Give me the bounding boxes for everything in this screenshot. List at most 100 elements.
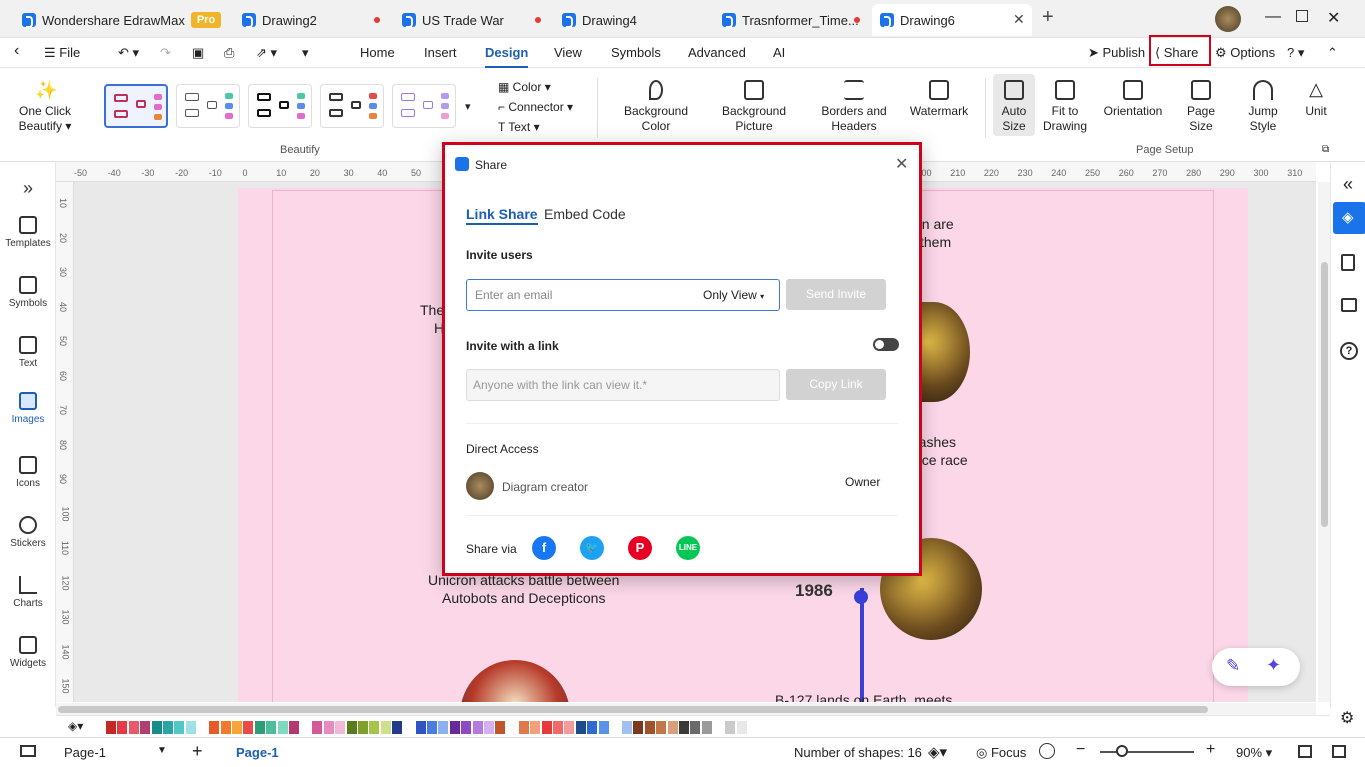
color-swatch[interactable] <box>128 721 139 734</box>
beautify-style-3[interactable] <box>248 84 312 128</box>
color-swatch[interactable] <box>358 721 368 734</box>
background-color-button[interactable]: Background Color <box>614 80 698 134</box>
color-swatch[interactable] <box>289 721 299 734</box>
sidebar-item-charts[interactable]: Charts <box>0 576 56 609</box>
watermark-button[interactable]: Watermark <box>906 80 972 119</box>
color-swatch[interactable] <box>656 721 667 734</box>
color-dropdown[interactable]: ▦ Color ▾ <box>498 80 551 94</box>
color-swatch[interactable] <box>106 721 116 734</box>
color-swatch[interactable] <box>553 721 563 734</box>
event-year[interactable]: 1986 <box>795 582 833 599</box>
minimize-icon[interactable]: — <box>1265 8 1281 26</box>
zoom-in-icon[interactable]: + <box>1206 741 1215 759</box>
play-icon[interactable] <box>1039 743 1055 759</box>
menu-ai[interactable]: AI <box>773 45 785 60</box>
menu-view[interactable]: View <box>554 45 582 60</box>
menu-home[interactable]: Home <box>360 45 395 60</box>
color-swatch[interactable] <box>472 721 483 734</box>
close-tab-icon[interactable]: ✕ <box>1013 11 1025 28</box>
zoom-out-icon[interactable]: − <box>1076 741 1085 759</box>
tab-drawing2[interactable]: Drawing2 <box>234 4 325 36</box>
collapse-panel-icon[interactable]: « <box>1343 174 1353 195</box>
link-sharing-toggle[interactable] <box>873 338 899 351</box>
options-button[interactable]: ⚙ Options <box>1215 45 1275 61</box>
page-selector-dropdown-icon[interactable]: ▼ <box>157 745 167 756</box>
share-link-field[interactable]: Anyone with the link can view it.* <box>466 369 780 401</box>
color-swatch[interactable] <box>679 721 689 734</box>
color-swatch[interactable] <box>449 721 460 734</box>
fill-panel-button[interactable]: ◈ <box>1333 202 1365 234</box>
text-dropdown[interactable]: T Text ▾ <box>498 120 540 134</box>
color-swatch[interactable] <box>380 721 391 734</box>
layers-icon[interactable]: ◈▾ <box>928 743 947 761</box>
ai-draw-icon[interactable]: ✎ <box>1226 656 1240 676</box>
color-swatch[interactable] <box>644 721 655 734</box>
scroll-thumb[interactable] <box>1321 262 1328 527</box>
color-swatch[interactable] <box>232 721 242 734</box>
beautify-style-4[interactable] <box>320 84 384 128</box>
sidebar-item-widgets[interactable]: Widgets <box>0 636 56 669</box>
close-window-icon[interactable]: ✕ <box>1327 8 1340 28</box>
borders-headers-button[interactable]: Borders and Headers <box>812 80 896 134</box>
color-swatch[interactable] <box>667 721 678 734</box>
beautify-style-2[interactable] <box>176 84 240 128</box>
print-icon[interactable]: ⎙ <box>224 45 234 61</box>
permission-dropdown[interactable]: Only View ▾ <box>703 288 764 302</box>
menu-advanced[interactable]: Advanced <box>688 45 746 60</box>
jump-style-button[interactable]: Jump Style <box>1240 80 1286 134</box>
unit-button[interactable]: △ Unit <box>1298 80 1334 119</box>
color-swatch[interactable] <box>392 721 403 734</box>
email-field[interactable]: Enter an email Only View ▾ <box>466 279 780 311</box>
color-swatch[interactable] <box>415 721 426 734</box>
sidebar-item-icons[interactable]: Icons <box>0 456 56 489</box>
color-swatch[interactable] <box>117 721 128 734</box>
color-swatch[interactable] <box>541 721 552 734</box>
color-swatch[interactable] <box>564 721 575 734</box>
color-swatch[interactable] <box>530 721 541 734</box>
color-swatch[interactable] <box>209 721 220 734</box>
line-icon[interactable]: LINE <box>676 536 700 560</box>
undo-icon[interactable]: ↶ ▾ <box>118 45 139 61</box>
sidebar-item-templates[interactable]: Templates <box>0 216 56 249</box>
fit-to-drawing-button[interactable]: Fit to Drawing <box>1040 80 1090 134</box>
sidebar-item-text[interactable]: Text <box>0 336 56 369</box>
color-swatch[interactable] <box>243 721 254 734</box>
color-swatch[interactable] <box>461 721 472 734</box>
back-icon[interactable]: ‹ <box>14 42 19 60</box>
color-swatch[interactable] <box>587 721 598 734</box>
color-swatch[interactable] <box>633 721 644 734</box>
more-styles-icon[interactable]: ▾ <box>465 100 471 113</box>
color-swatch[interactable] <box>427 721 437 734</box>
color-swatch[interactable] <box>346 721 357 734</box>
tab-us-trade-war[interactable]: US Trade War <box>394 4 512 36</box>
send-invite-button[interactable]: Send Invite <box>786 279 886 310</box>
color-swatch[interactable] <box>163 721 173 734</box>
zoom-slider[interactable] <box>1100 751 1194 753</box>
publish-button[interactable]: ➤ Publish <box>1088 45 1145 61</box>
color-swatch[interactable] <box>312 721 323 734</box>
sidebar-item-stickers[interactable]: Stickers <box>0 516 56 549</box>
fullscreen-icon[interactable] <box>1332 745 1346 758</box>
settings-icon[interactable]: ⚙ <box>1340 708 1354 728</box>
color-swatch[interactable] <box>736 721 747 734</box>
color-swatch[interactable] <box>518 721 529 734</box>
background-picture-button[interactable]: Background Picture <box>712 80 796 134</box>
beautify-style-1[interactable] <box>104 84 168 128</box>
color-swatch[interactable] <box>266 721 277 734</box>
tab-drawing4[interactable]: Drawing4 <box>554 4 645 36</box>
tab-link-share[interactable]: Link Share <box>466 206 538 225</box>
fit-page-icon[interactable] <box>1298 745 1312 758</box>
color-swatch[interactable] <box>690 721 701 734</box>
file-menu[interactable]: ☰ File <box>44 45 80 61</box>
event-text[interactable]: nce race <box>914 452 968 469</box>
color-swatch[interactable] <box>220 721 231 734</box>
fill-color-icon[interactable]: ◈▾ <box>68 719 83 733</box>
zoom-slider-handle[interactable] <box>1116 745 1128 757</box>
color-swatch[interactable] <box>495 721 506 734</box>
tab-drawing6[interactable]: Drawing6 <box>872 4 1032 36</box>
pinterest-icon[interactable]: P <box>628 536 652 560</box>
close-dialog-icon[interactable]: ✕ <box>895 154 908 174</box>
menu-symbols[interactable]: Symbols <box>611 45 661 60</box>
page-selector[interactable]: Page-1 <box>64 745 106 760</box>
auto-size-button[interactable]: Auto Size <box>993 74 1035 136</box>
